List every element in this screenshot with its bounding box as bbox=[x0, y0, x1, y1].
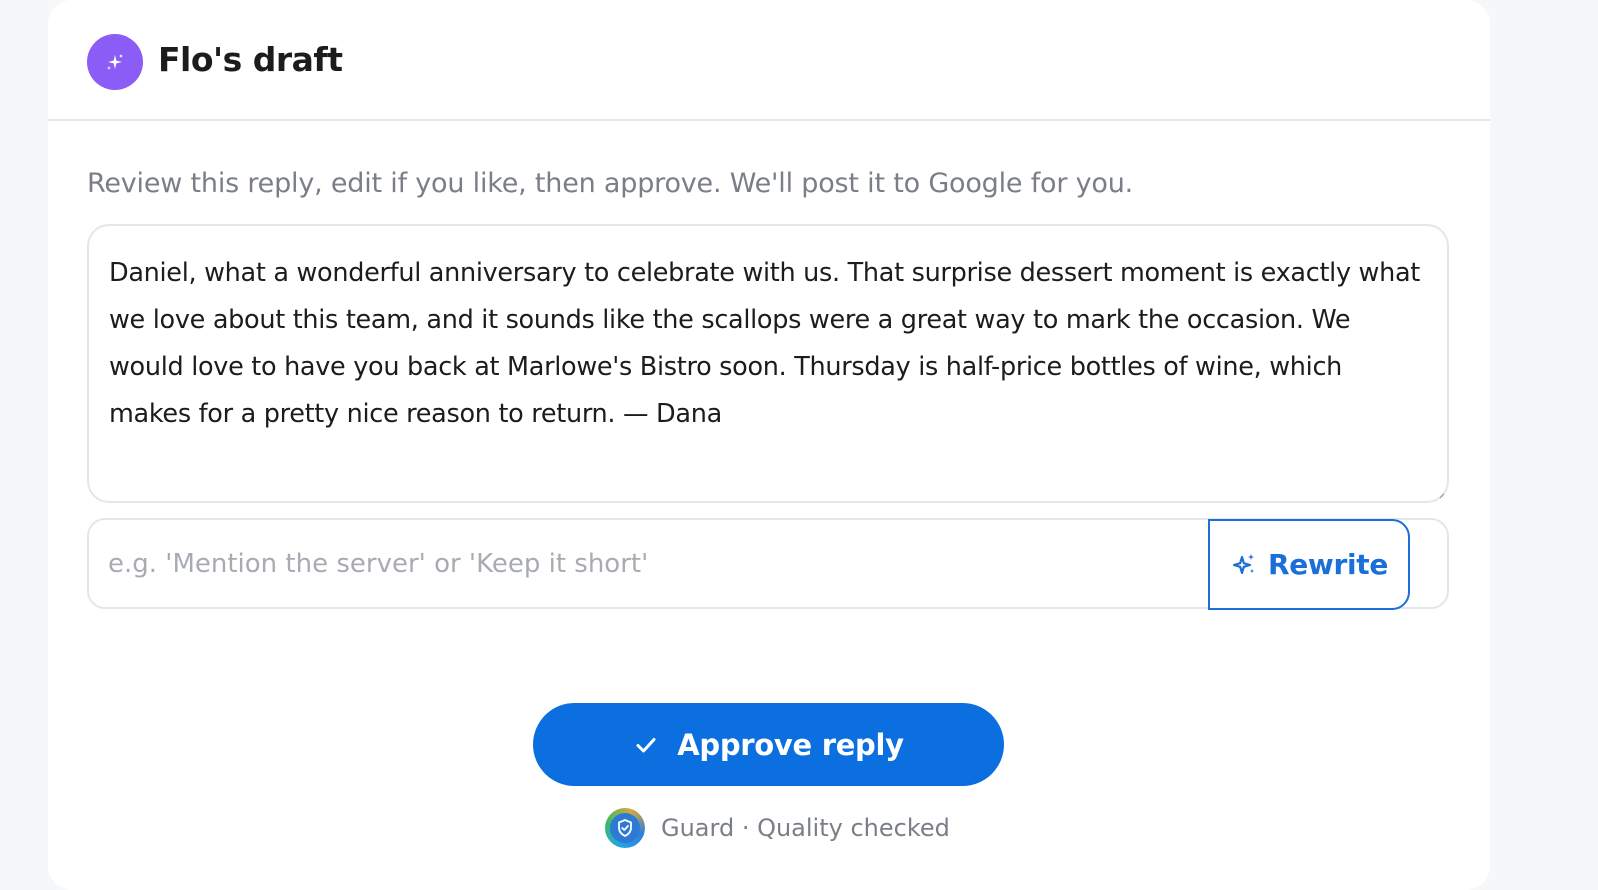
rewrite-instruction-input[interactable] bbox=[89, 520, 1249, 607]
guard-status: Guard · Quality checked bbox=[605, 808, 950, 848]
guard-status-text: Guard · Quality checked bbox=[661, 814, 950, 842]
shield-check-icon bbox=[618, 819, 632, 837]
reply-textarea[interactable]: Daniel, what a wonderful anniversary to … bbox=[87, 224, 1449, 503]
approve-reply-button[interactable]: Approve reply bbox=[533, 703, 1004, 786]
draft-header: Flo's draft bbox=[48, 0, 1490, 121]
draft-title: Flo's draft bbox=[158, 40, 343, 79]
draft-card: Flo's draft Review this reply, edit if y… bbox=[48, 0, 1490, 890]
guard-badge bbox=[605, 808, 645, 848]
rewrite-button-label: Rewrite bbox=[1267, 548, 1389, 581]
sparkle-icon bbox=[1232, 553, 1254, 574]
sparkle-icon bbox=[107, 54, 123, 70]
review-instructions: Review this reply, edit if you like, the… bbox=[87, 168, 1134, 199]
approve-reply-label: Approve reply bbox=[677, 727, 904, 762]
check-icon bbox=[636, 737, 656, 752]
rewrite-button[interactable]: Rewrite bbox=[1208, 519, 1410, 610]
flo-avatar bbox=[87, 34, 143, 90]
reply-text[interactable]: Daniel, what a wonderful anniversary to … bbox=[109, 250, 1427, 438]
resize-handle-icon[interactable] bbox=[1439, 493, 1445, 499]
